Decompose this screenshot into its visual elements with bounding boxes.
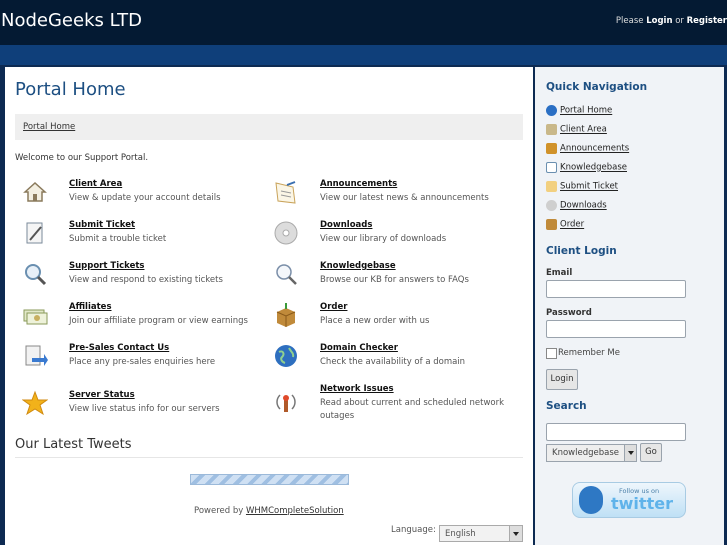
announcement-icon [546,143,557,154]
house-icon [546,124,557,135]
magnifier-icon [546,162,557,173]
document-arrow-icon [25,345,48,366]
top-header: NodeGeeks LTD Please Login or Register [0,0,727,45]
remember-me-checkbox[interactable] [546,348,557,359]
announcements-link[interactable]: Announcements [320,179,397,189]
pre-sales-contact-link[interactable]: Pre-Sales Contact Us [69,343,169,353]
whmcs-link[interactable]: WHMCompleteSolution [246,506,344,516]
register-link[interactable]: Register [687,16,727,26]
remember-me-label: Remember Me [558,348,620,358]
login-link[interactable]: Login [646,16,672,26]
sidebar-item-downloads[interactable]: Downloads [546,200,607,211]
order-desc: Place a new order with us [320,316,430,326]
domain-checker-desc: Check the availability of a domain [320,357,466,367]
cd-disc-icon [274,221,298,245]
domain-checker-link[interactable]: Domain Checker [320,343,398,353]
search-scope-select[interactable]: Knowledgebase [546,444,637,462]
server-status-link[interactable]: Server Status [69,390,135,400]
sidebar-item-client-area[interactable]: Client Area [546,124,607,135]
support-tickets-desc: View and respond to existing tickets [69,275,223,285]
knowledgebase-desc: Browse our KB for answers to FAQs [320,275,469,285]
login-button[interactable]: Login [546,369,578,390]
downloads-desc: View our library of downloads [320,234,447,244]
sidebar-item-label: Knowledgebase [560,162,627,173]
sidebar-item-label: Downloads [560,200,607,211]
quick-nav-heading: Quick Navigation [546,81,648,93]
please-text: Please [615,16,644,26]
password-field[interactable] [546,320,686,338]
sidebar-item-label: Submit Ticket [560,181,619,192]
sidebar-item-announcements[interactable]: Announcements [546,143,629,154]
welcome-text: Welcome to our Support Portal. [15,153,149,163]
brand-logo-text[interactable]: NodeGeeks LTD [1,10,142,31]
or-text: or [675,16,684,26]
client-area-link[interactable]: Client Area [69,179,122,189]
twitter-follow-button[interactable]: Follow us on twitter [572,482,686,518]
support-tickets-link[interactable]: Support Tickets [69,261,144,271]
notepad-pen-icon [26,222,43,244]
package-box-icon [276,303,296,327]
cd-disc-icon [546,200,557,211]
powered-by-text: Powered by [194,506,244,516]
page-title: Portal Home [15,79,126,100]
twitter-bird-icon [579,486,603,514]
network-issues-desc: Read about current and scheduled network… [320,398,505,421]
sidebar-item-label: Client Area [560,124,607,135]
announcement-paper-icon [275,181,296,204]
sidebar-item-label: Announcements [560,143,630,154]
pre-sales-contact-desc: Place any pre-sales enquiries here [69,357,216,367]
go-button[interactable]: Go [640,443,662,462]
account-links: Please Login or Register [616,16,727,26]
tweets-heading: Our Latest Tweets [15,437,132,452]
sidebar-item-label: Order [560,219,585,230]
chevron-down-icon[interactable] [509,526,522,541]
email-field[interactable] [546,280,686,298]
breadcrumb: Portal Home [15,114,523,140]
sidebar-item-portal-home[interactable]: Portal Home [546,105,612,116]
home-globe-icon [546,105,557,116]
affiliates-link[interactable]: Affiliates [69,302,112,312]
order-link[interactable]: Order [320,302,347,312]
house-icon [23,181,47,202]
money-icon [23,309,48,325]
knowledgebase-link[interactable]: Knowledgebase [320,261,396,271]
sidebar-item-submit-ticket[interactable]: Submit Ticket [546,181,618,192]
submit-ticket-desc: Submit a trouble ticket [69,234,167,244]
announcements-desc: View our latest news & announcements [320,193,489,203]
tweets-loading-bar [190,474,349,485]
main-content: Portal Home Portal Home Welcome to our S… [5,67,533,545]
submit-ticket-link[interactable]: Submit Ticket [69,220,135,230]
network-issues-link[interactable]: Network Issues [320,384,394,394]
twitter-logo-text: twitter [611,494,673,513]
nav-band [0,45,727,65]
breadcrumb-portal-home[interactable]: Portal Home [23,122,75,132]
powered-by: Powered by WHMCompleteSolution [194,506,344,516]
notepad-pen-icon [546,181,557,192]
affiliates-desc: Join our affiliate program or view earni… [69,316,248,326]
globe-icon [275,345,297,367]
divider [15,457,523,458]
language-select[interactable]: English [439,525,523,542]
sidebar-item-label: Portal Home [560,105,613,116]
magnifier-icon [276,264,297,285]
sidebar: Quick Navigation Portal Home Client Area… [535,67,724,545]
sidebar-item-order[interactable]: Order [546,219,584,230]
magnifier-icon [25,264,47,286]
client-login-heading: Client Login [546,245,617,257]
client-area-desc: View & update your account details [69,193,221,203]
password-label: Password [546,308,592,318]
downloads-link[interactable]: Downloads [320,220,372,230]
search-scope-value: Knowledgebase [552,448,619,458]
star-icon [22,390,48,416]
language-label: Language: [391,525,436,535]
package-box-icon [546,219,557,230]
sidebar-item-knowledgebase[interactable]: Knowledgebase [546,162,627,173]
language-value: English [445,529,476,539]
server-status-desc: View live status info for our servers [69,404,220,414]
broadcast-antenna-icon [276,394,296,412]
email-label: Email [546,268,573,278]
search-heading: Search [546,400,587,412]
search-input[interactable] [546,423,686,441]
chevron-down-icon[interactable] [624,445,636,461]
